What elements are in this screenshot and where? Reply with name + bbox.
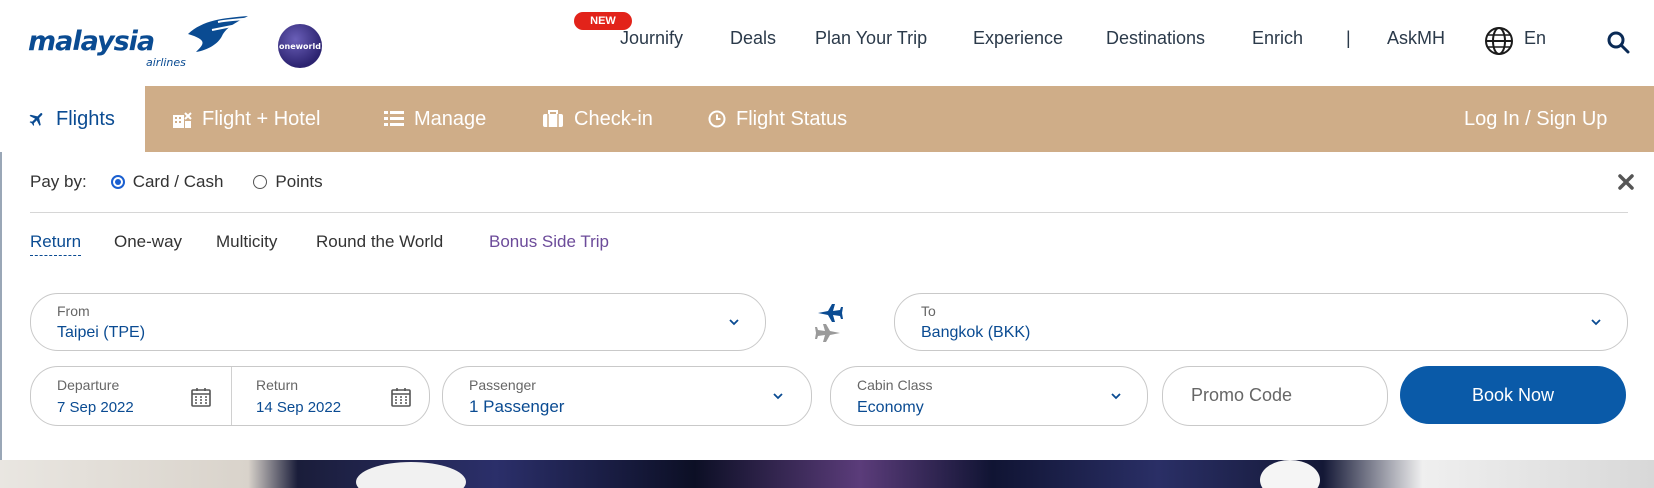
to-value: Bangkok (BKK) [921, 324, 1031, 341]
to-field[interactable]: To Bangkok (BKK) [894, 293, 1628, 351]
tab-label: Flight + Hotel [202, 107, 321, 130]
list-icon [384, 111, 404, 126]
tab-flight-status[interactable]: Flight Status [708, 86, 847, 152]
language-selector[interactable]: En [1524, 28, 1546, 52]
book-now-button[interactable]: Book Now [1400, 366, 1626, 424]
nav-plan-your-trip[interactable]: Plan Your Trip [815, 28, 927, 52]
nav-journify[interactable]: Journify [620, 28, 683, 52]
from-field[interactable]: From Taipei (TPE) [30, 293, 766, 351]
passenger-field[interactable]: Passenger 1 Passenger [442, 366, 812, 426]
calendar-icon [191, 388, 211, 407]
oneworld-label: oneworld [279, 41, 321, 51]
login-signup-link[interactable]: Log In / Sign Up [1464, 86, 1607, 152]
date-field: Departure 7 Sep 2022 Return 14 Sep 2022 [30, 366, 430, 426]
tab-label: Check-in [574, 107, 653, 130]
nav-destinations[interactable]: Destinations [1106, 28, 1205, 52]
search-icon[interactable] [1606, 30, 1630, 54]
hotel-icon [173, 112, 192, 128]
clock-icon [708, 110, 726, 128]
cabin-class-value: Economy [857, 399, 924, 416]
oneworld-logo[interactable]: oneworld [278, 24, 322, 68]
booking-tab-bar: Flights Flight + Hotel Manage Check-in F… [0, 86, 1654, 152]
chevron-down-icon [1591, 319, 1601, 326]
departure-date-field[interactable]: Departure 7 Sep 2022 [31, 367, 231, 425]
nav-enrich[interactable]: Enrich [1252, 28, 1303, 52]
promo-code-input[interactable]: Promo Code [1162, 366, 1388, 426]
trip-type-multicity[interactable]: Multicity [216, 232, 277, 252]
cabin-class-label: Cabin Class [857, 377, 933, 393]
return-date-field[interactable]: Return 14 Sep 2022 [231, 367, 431, 425]
departure-value: 7 Sep 2022 [57, 399, 134, 416]
logo-sub: airlines [146, 56, 186, 69]
trip-type-bonus-side-trip[interactable]: Bonus Side Trip [489, 232, 609, 252]
nav-experience[interactable]: Experience [973, 28, 1063, 52]
globe-icon[interactable] [1484, 26, 1514, 56]
nav-askmh[interactable]: AskMH [1387, 28, 1445, 52]
passenger-label: Passenger [469, 377, 536, 393]
logo-text: malaysia [28, 26, 155, 57]
hero-image [0, 460, 1654, 488]
tab-flights[interactable]: Flights [0, 86, 145, 152]
card-cash-radio[interactable] [110, 175, 125, 189]
tab-check-in[interactable]: Check-in [542, 86, 653, 152]
cabin-class-field[interactable]: Cabin Class Economy [830, 366, 1148, 426]
malaysia-airlines-logo[interactable]: malaysia airlines [28, 14, 251, 70]
divider [30, 212, 1628, 213]
promo-code-placeholder: Promo Code [1191, 385, 1293, 405]
passenger-value: 1 Passenger [469, 397, 565, 416]
from-value: Taipei (TPE) [57, 324, 146, 341]
points-label[interactable]: Points [275, 172, 322, 192]
departure-label: Departure [57, 377, 120, 393]
kite-logo-icon [188, 16, 251, 52]
pay-by-label: Pay by: [30, 172, 87, 191]
tab-flight-hotel[interactable]: Flight + Hotel [172, 86, 320, 152]
tab-label: Flight Status [736, 107, 848, 130]
plane-icon [29, 113, 43, 126]
chevron-down-icon [729, 319, 739, 326]
tab-label: Flights [56, 107, 115, 130]
chevron-down-icon [773, 393, 783, 400]
from-label: From [57, 303, 90, 319]
trip-type-one-way[interactable]: One-way [114, 232, 182, 252]
nav-separator: | [1346, 28, 1351, 48]
card-cash-label[interactable]: Card / Cash [133, 172, 224, 192]
nav-deals[interactable]: Deals [730, 28, 776, 52]
tab-manage[interactable]: Manage [384, 86, 486, 152]
suitcase-icon [543, 110, 563, 127]
tab-label: Manage [414, 107, 487, 130]
to-label: To [921, 303, 936, 319]
close-icon[interactable] [1616, 172, 1636, 192]
booking-panel: Pay by: Card / Cash Points Return One-wa… [0, 152, 1654, 460]
return-label: Return [256, 377, 299, 393]
top-header: malaysia airlines oneworld NEW Journify … [0, 0, 1654, 86]
trip-type-return[interactable]: Return [30, 232, 82, 256]
trip-type-round-the-world[interactable]: Round the World [316, 232, 443, 252]
points-radio[interactable] [253, 175, 268, 189]
return-value: 14 Sep 2022 [256, 399, 342, 416]
chevron-down-icon [1111, 393, 1121, 400]
pay-by-row: Pay by: Card / Cash Points [30, 172, 323, 192]
swap-route-icon[interactable] [814, 300, 844, 344]
calendar-icon [391, 388, 411, 407]
